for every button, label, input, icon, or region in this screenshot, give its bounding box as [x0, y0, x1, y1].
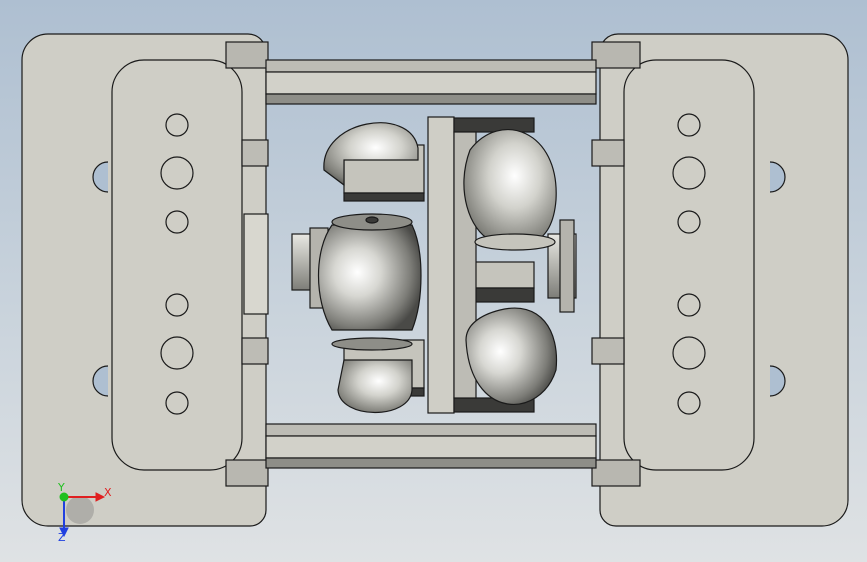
- left-mount-plate[interactable]: [21, 33, 269, 527]
- x-axis-label: X: [104, 486, 112, 499]
- cad-model[interactable]: [21, 33, 849, 527]
- y-axis-label: Y: [57, 481, 65, 494]
- y-axis-dot: [59, 492, 69, 502]
- cad-viewport[interactable]: X Y Z: [0, 0, 867, 562]
- right-mount-plate[interactable]: [591, 33, 849, 527]
- z-axis-label: Z: [58, 531, 66, 544]
